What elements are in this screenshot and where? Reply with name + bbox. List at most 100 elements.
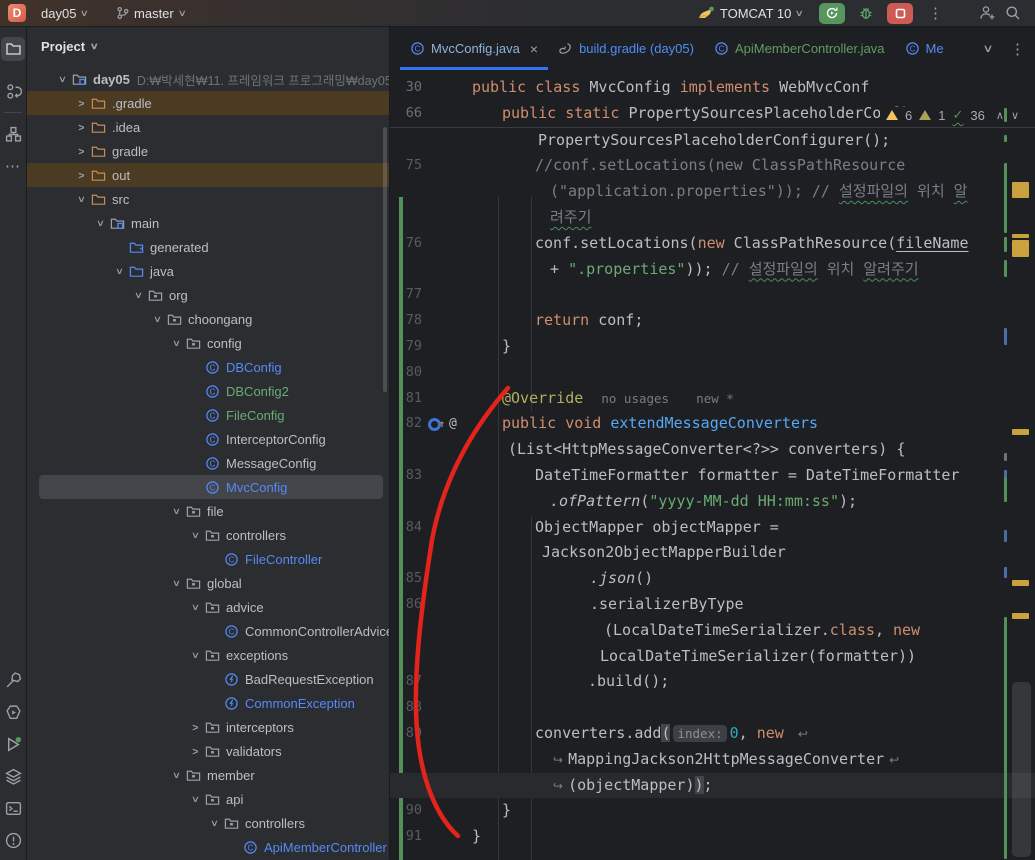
project-widget[interactable]: day05 ∨ [34, 2, 95, 24]
overriding-method-icon[interactable] [428, 412, 445, 438]
rerun-button[interactable] [819, 2, 845, 24]
run-tool-button[interactable] [2, 732, 26, 756]
package-icon [204, 527, 220, 543]
tab-mvcconfig-java[interactable]: C MvcConfig.java × [400, 27, 549, 70]
tree-item-file[interactable]: ∨ file [27, 499, 389, 523]
code-token: )); [685, 259, 722, 278]
tree-item-interceptors[interactable]: ∨ interceptors [27, 715, 389, 739]
structure-tool-button[interactable] [1, 122, 25, 146]
tree-item-java[interactable]: ∨ java [27, 259, 389, 283]
tree-item-controllers[interactable]: ∨ controllers [27, 811, 389, 835]
vcs-branch-widget[interactable]: master ∨ [109, 2, 192, 24]
tree-item-label: main [131, 215, 160, 231]
stripe-change-mark [1004, 237, 1007, 252]
previous-problem-icon[interactable]: ∧ [996, 109, 1004, 122]
project-panel-header[interactable]: Project ∨ [27, 27, 389, 65]
tree-item-interceptorconfig[interactable]: C InterceptorConfig [27, 427, 389, 451]
code-text: .serializerByType [462, 592, 1035, 618]
tree-item-fileconfig[interactable]: C FileConfig [27, 403, 389, 427]
tab-apimembercontroller-java[interactable]: C ApiMemberController.java [704, 27, 895, 70]
code-token: ↩ [889, 752, 900, 767]
run-configuration-widget[interactable]: TOMCAT 10 ∨ [691, 2, 810, 24]
project-tree-scrollbar[interactable] [383, 127, 387, 392]
more-actions-kebab-icon[interactable]: ⋮ [928, 4, 943, 22]
tree-item-out[interactable]: ∨ out [27, 163, 389, 187]
project-tool-button[interactable] [1, 37, 25, 61]
inspections-widget[interactable]: 6 1 ✓ 36 ∧ ∨ [880, 107, 1019, 123]
layers-icon[interactable] [2, 764, 26, 788]
tree-item-commoncontrolleradvice[interactable]: C CommonControllerAdvice [27, 619, 389, 643]
tab-list-dropdown-icon[interactable]: ∨ [982, 42, 993, 55]
ide-logo[interactable]: D [8, 4, 26, 22]
code-editor[interactable]: 30 public class MvcConfig implements WebM… [390, 70, 1035, 860]
tree-item-dbconfig2[interactable]: C DBConfig2 [27, 379, 389, 403]
tree-item-advice[interactable]: ∨ advice [27, 595, 389, 619]
close-icon[interactable]: × [530, 41, 538, 57]
tree-chevron-icon[interactable]: ∨ [76, 140, 87, 163]
tree-item-apimembercontroller[interactable]: C ApiMemberController [27, 835, 389, 859]
gutter [426, 437, 462, 463]
search-icon[interactable] [1005, 5, 1021, 21]
tree-item--gradle[interactable]: ∨ .gradle [27, 91, 389, 115]
tree-item-day05[interactable]: ∨ day05 D:₩박세현₩11. 프레임워크 프로그래밍₩day05 [27, 67, 389, 91]
tree-item-label: CommonException [245, 695, 355, 711]
tree-item-mvcconfig[interactable]: C MvcConfig [27, 475, 389, 499]
tree-item-label: file [207, 503, 224, 519]
tree-item-commonexception[interactable]: CommonException [27, 691, 389, 715]
tree-item-src[interactable]: ∨ src [27, 187, 389, 211]
tree-item-gradle[interactable]: ∨ gradle [27, 139, 389, 163]
tree-item-choongang[interactable]: ∨ choongang [27, 307, 389, 331]
line-number [390, 540, 426, 566]
editor-scrollbar-thumb[interactable] [1012, 682, 1031, 857]
tree-chevron-icon[interactable]: ∨ [76, 116, 87, 139]
problems-tool-button[interactable] [2, 828, 26, 852]
tab-options-kebab-icon[interactable]: ⋮ [1010, 40, 1025, 58]
tree-item-config[interactable]: ∨ config [27, 331, 389, 355]
next-problem-icon[interactable]: ∨ [1011, 109, 1019, 122]
tree-item-validators[interactable]: ∨ validators [27, 739, 389, 763]
tree-chevron-icon[interactable]: ∨ [76, 92, 87, 115]
terminal-tool-button[interactable] [2, 796, 26, 820]
tree-item-member[interactable]: ∨ member [27, 763, 389, 787]
stop-button[interactable] [887, 2, 913, 24]
line-number: 66 [405, 104, 422, 121]
editor-area[interactable]: C MvcConfig.java × build.gradle (day05) C Api… [390, 27, 1035, 860]
tree-item-controllers[interactable]: ∨ controllers [27, 523, 389, 547]
tree-item-dbconfig[interactable]: C DBConfig [27, 355, 389, 379]
tree-item-global[interactable]: ∨ global [27, 571, 389, 595]
code-token: return [535, 311, 590, 330]
stripe-change-mark [1004, 260, 1007, 277]
commit-tool-button[interactable] [1, 79, 25, 103]
tree-item-org[interactable]: ∨ org [27, 283, 389, 307]
tree-item-badrequestexception[interactable]: BadRequestException [27, 667, 389, 691]
code-text: (LocalDateTimeSerializer.class, new [462, 618, 1035, 644]
build-tool-button[interactable] [2, 668, 26, 692]
tree-item-filecontroller[interactable]: C FileController [27, 547, 389, 571]
tree-item-messageconfig[interactable]: C MessageConfig [27, 451, 389, 475]
code-token: MvcConfig [589, 78, 680, 96]
code-line-wrap: Jackson2ObjectMapperBuilder [390, 540, 1035, 566]
add-user-icon[interactable] [979, 5, 996, 21]
left-tool-strip: ⋯ [0, 27, 27, 860]
tree-item-label: ApiMemberController [264, 839, 387, 855]
code-line-91: 91} [390, 824, 1035, 850]
tree-item-exceptions[interactable]: ∨ exceptions [27, 643, 389, 667]
tree-chevron-icon[interactable]: ∨ [190, 740, 201, 763]
tree-item--idea[interactable]: ∨ .idea [27, 115, 389, 139]
line-number: 78 [405, 312, 422, 329]
tree-item-main[interactable]: ∨ main [27, 211, 389, 235]
tree-chevron-icon[interactable]: ∨ [190, 716, 201, 739]
tree-item-api[interactable]: ∨ api [27, 787, 389, 811]
code-line-87: 87 .build(); [390, 669, 1035, 695]
more-tool-windows-icon[interactable]: ⋯ [1, 154, 25, 178]
tab-build-gradle-day05-[interactable]: build.gradle (day05) [548, 27, 704, 70]
tree-item-label: java [150, 263, 174, 279]
tab-me[interactable]: C Me [895, 27, 954, 70]
tree-item-generated[interactable]: * generated [27, 235, 389, 259]
tree-item-label: generated [150, 239, 209, 255]
code-text: .json() [462, 566, 1035, 592]
tree-chevron-icon[interactable]: ∨ [76, 164, 87, 187]
services-tool-button[interactable] [2, 700, 26, 724]
debug-button[interactable] [854, 1, 878, 25]
